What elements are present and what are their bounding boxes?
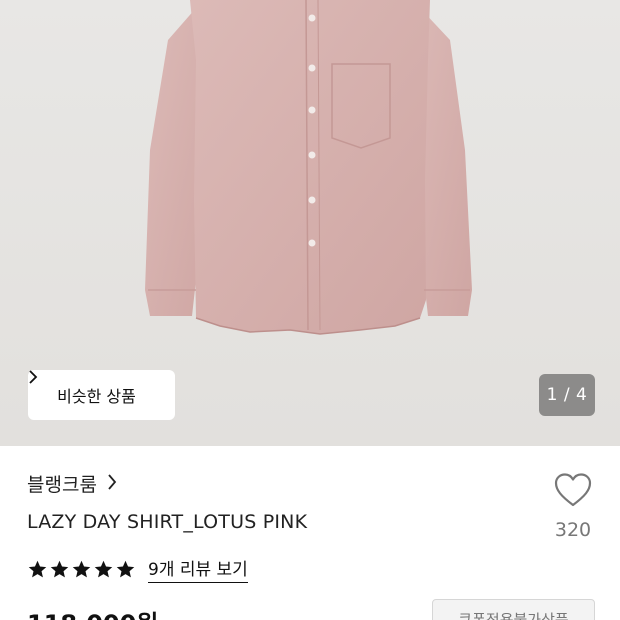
product-price: 118,000원 bbox=[27, 604, 158, 620]
star-icon bbox=[72, 560, 91, 577]
heart-outline-icon bbox=[553, 473, 593, 512]
like-button[interactable] bbox=[548, 472, 598, 512]
image-counter: 1 / 4 bbox=[539, 374, 595, 416]
product-image[interactable]: 비슷한 상품 1 / 4 bbox=[0, 0, 620, 446]
similar-products-button[interactable]: 비슷한 상품 bbox=[28, 370, 175, 420]
star-icon bbox=[28, 560, 47, 577]
like-count: 320 bbox=[554, 519, 592, 541]
similar-products-label: 비슷한 상품 bbox=[57, 387, 136, 406]
brand-name: 블랭크룸 bbox=[27, 474, 97, 496]
star-icon bbox=[94, 560, 113, 577]
star-icon bbox=[116, 560, 135, 577]
star-rating bbox=[27, 559, 136, 580]
view-reviews-link[interactable]: 9개 리뷰 보기 bbox=[148, 555, 248, 583]
chevron-right-icon bbox=[107, 473, 117, 495]
brand-link[interactable]: 블랭크룸 bbox=[27, 470, 117, 497]
coupon-not-applicable-badge: 쿠폰적용불가상품 bbox=[432, 599, 595, 620]
product-title: LAZY DAY SHIRT_LOTUS PINK bbox=[27, 511, 308, 533]
star-icon bbox=[50, 560, 69, 577]
rating-row: 9개 리뷰 보기 bbox=[27, 555, 248, 583]
